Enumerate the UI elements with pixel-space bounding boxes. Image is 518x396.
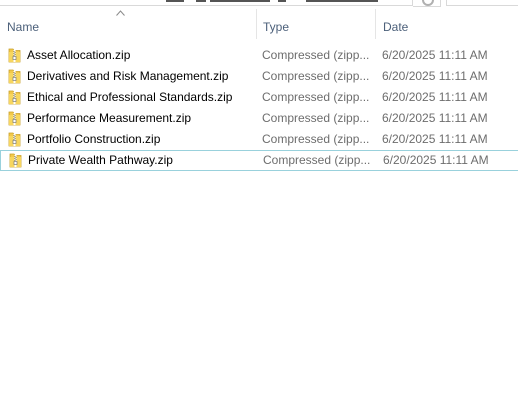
- file-name: Private Wealth Pathway.zip: [28, 153, 173, 167]
- file-date: 6/20/2025 11:11 AM: [382, 132, 488, 146]
- file-name: Derivatives and Risk Management.zip: [27, 69, 229, 83]
- file-row[interactable]: Ethical and Professional Standards.zip C…: [0, 87, 518, 108]
- column-header-type[interactable]: Type: [256, 9, 376, 39]
- file-date: 6/20/2025 11:11 AM: [382, 90, 488, 104]
- file-row[interactable]: Portfolio Construction.zip Compressed (z…: [0, 129, 518, 150]
- zip-folder-icon: [8, 108, 21, 129]
- file-row[interactable]: Private Wealth Pathway.zip Compressed (z…: [0, 150, 518, 171]
- file-row[interactable]: Derivatives and Risk Management.zip Comp…: [0, 66, 518, 87]
- file-row[interactable]: Asset Allocation.zip Compressed (zipp...…: [0, 45, 518, 66]
- file-type: Compressed (zipp...: [262, 90, 370, 104]
- file-date: 6/20/2025 11:11 AM: [382, 48, 488, 62]
- file-date: 6/20/2025 11:11 AM: [382, 69, 488, 83]
- column-header-row: Name Type Date: [0, 9, 518, 39]
- file-name: Asset Allocation.zip: [27, 48, 131, 62]
- file-type: Compressed (zipp...: [262, 132, 370, 146]
- zip-folder-icon: [8, 129, 21, 150]
- file-type: Compressed (zipp...: [262, 69, 370, 83]
- file-date: 6/20/2025 11:11 AM: [383, 153, 489, 167]
- zip-folder-icon: [8, 66, 21, 87]
- file-type: Compressed (zipp...: [262, 48, 370, 62]
- file-type: Compressed (zipp...: [262, 111, 370, 125]
- column-header-date[interactable]: Date: [376, 9, 518, 39]
- file-list: Asset Allocation.zip Compressed (zipp...…: [0, 45, 518, 171]
- file-type: Compressed (zipp...: [263, 153, 371, 167]
- file-row[interactable]: Performance Measurement.zip Compressed (…: [0, 108, 518, 129]
- sort-ascending-icon: [116, 10, 125, 16]
- column-header-type-label: Type: [263, 20, 290, 34]
- toolbar-strip: [0, 0, 518, 7]
- zip-folder-icon: [8, 45, 21, 66]
- column-header-name[interactable]: Name: [0, 9, 257, 39]
- address-bar[interactable]: [0, 0, 413, 6]
- file-explorer-window: Name Type Date Asset Allocation.zip Comp: [0, 0, 518, 396]
- refresh-button[interactable]: [413, 0, 441, 7]
- column-header-date-label: Date: [383, 20, 409, 34]
- column-header-name-label: Name: [7, 20, 40, 34]
- file-date: 6/20/2025 11:11 AM: [382, 111, 488, 125]
- search-box[interactable]: [446, 0, 518, 6]
- zip-folder-icon: [9, 150, 22, 171]
- file-name: Ethical and Professional Standards.zip: [27, 90, 233, 104]
- file-name: Performance Measurement.zip: [27, 111, 192, 125]
- address-path-fragment: [166, 0, 406, 3]
- file-name: Portfolio Construction.zip: [27, 132, 161, 146]
- zip-folder-icon: [8, 87, 21, 108]
